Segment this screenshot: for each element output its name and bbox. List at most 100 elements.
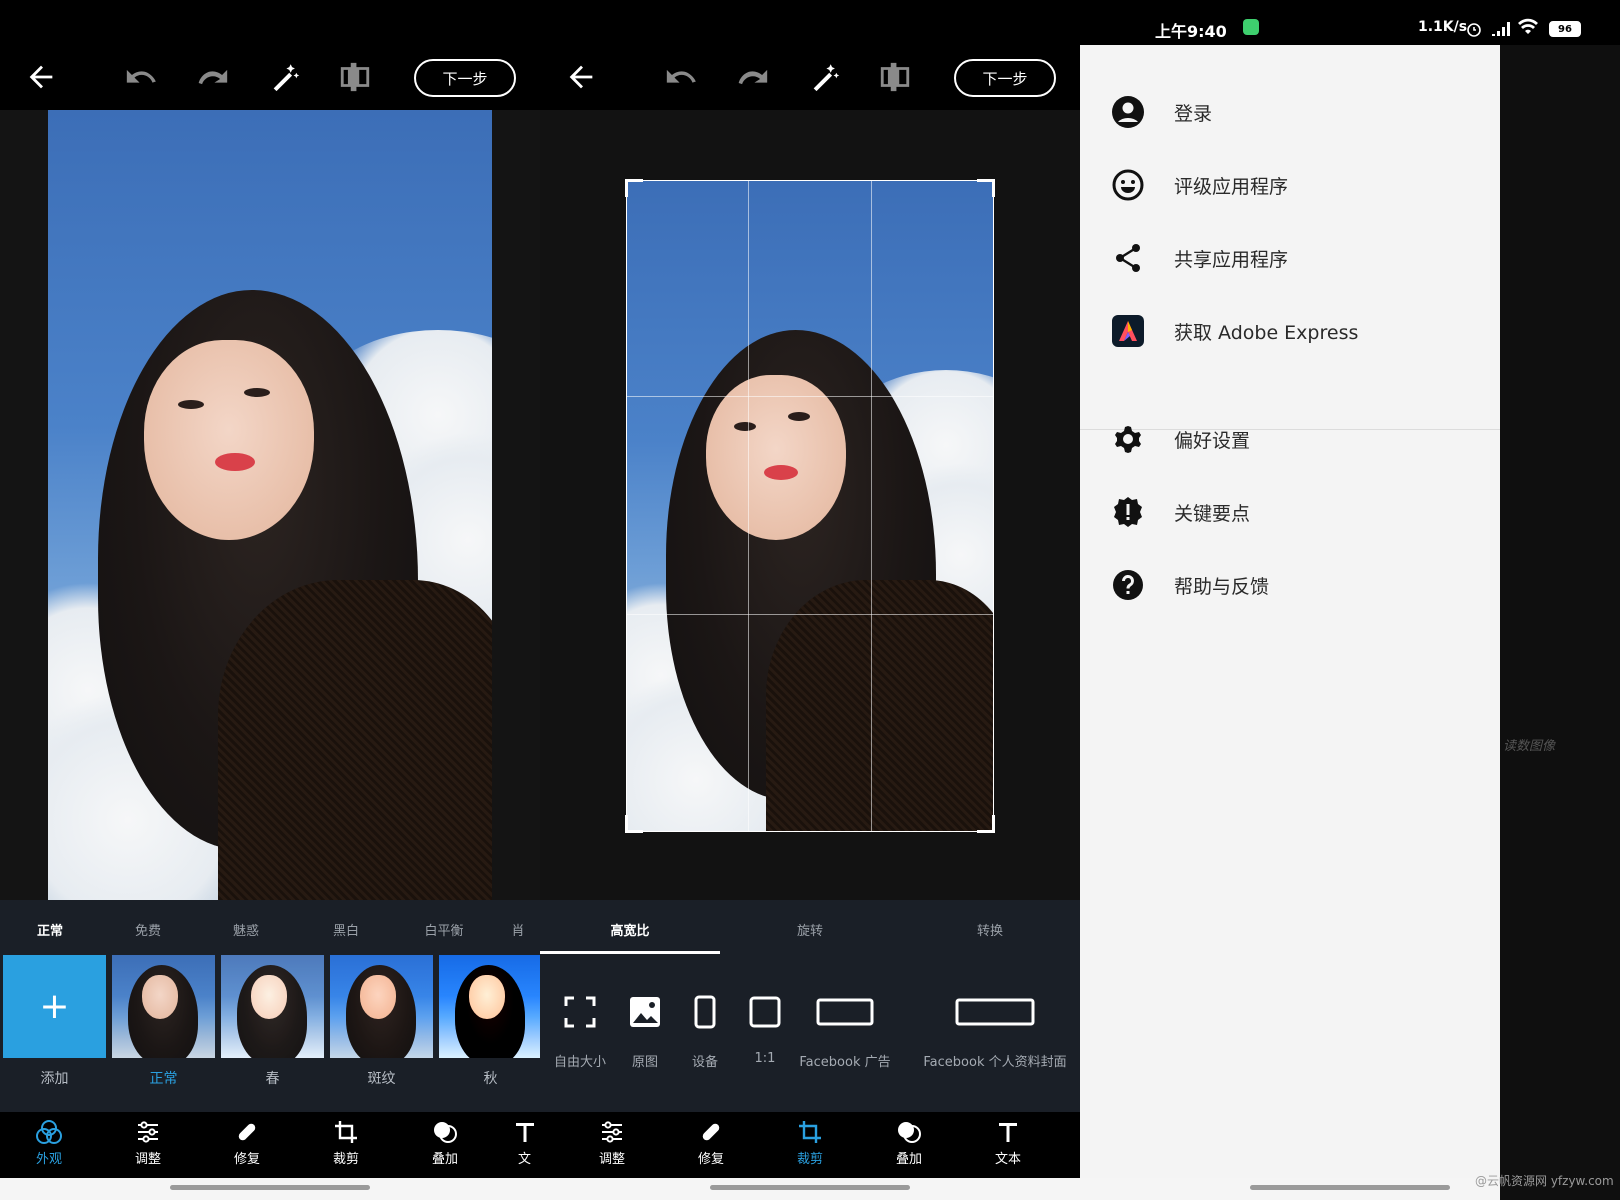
next-button[interactable]: 下一步	[954, 59, 1056, 97]
next-button[interactable]: 下一步	[414, 59, 516, 97]
thumb-label-normal: 正常	[149, 1071, 178, 1087]
filter-thumb-normal[interactable]	[112, 955, 215, 1058]
plus-icon: +	[39, 986, 70, 1027]
filter-thumb-autumn[interactable]	[439, 955, 540, 1058]
thumb-label-spring: 春	[265, 1071, 280, 1087]
bandage-icon	[702, 1123, 720, 1141]
aspect-facebook-ad[interactable]: Facebook 广告	[790, 995, 900, 1070]
side-watermark: 读数图像	[1503, 739, 1556, 754]
menu-item-rate[interactable]: 评级应用程序	[1110, 165, 1490, 205]
text-icon	[999, 1123, 1017, 1142]
compare-icon[interactable]	[878, 60, 912, 94]
tab-underline	[540, 951, 720, 954]
navigation-drawer: 登录 评级应用程序 共享应用程序 获取 Adobe Express 偏好设置 关…	[1080, 45, 1500, 1185]
tool-looks[interactable]: 外观	[14, 1118, 84, 1167]
add-filter-button[interactable]: +	[3, 955, 106, 1058]
editor-panel: 下一步 正常 免费 魅惑 黑白 白平衡 肖 + 添加 正常 春 斑纹 秋 外观 …	[0, 0, 540, 1200]
home-indicator[interactable]	[710, 1185, 910, 1190]
status-bar: 上午9:40 1.1K/s 96	[1080, 0, 1620, 45]
undo-icon[interactable]	[124, 60, 158, 94]
redo-icon[interactable]	[196, 60, 230, 94]
menu-item-adobe-express[interactable]: 获取 Adobe Express	[1110, 311, 1490, 351]
filter-tab-bw[interactable]: 黑白	[306, 920, 386, 939]
overlay-icon	[434, 1122, 457, 1143]
redo-icon[interactable]	[736, 60, 770, 94]
tool-text[interactable]: 文	[509, 1118, 540, 1167]
crop-handle-bl[interactable]	[625, 815, 643, 833]
back-arrow-icon[interactable]	[564, 60, 598, 94]
crop-icon	[799, 1121, 821, 1143]
home-indicator[interactable]	[170, 1185, 370, 1190]
badge-alert-icon	[1110, 494, 1146, 530]
sliders-icon	[138, 1121, 158, 1143]
tool-adjust[interactable]: 调整	[113, 1118, 183, 1167]
back-arrow-icon[interactable]	[24, 60, 58, 94]
compare-icon[interactable]	[338, 60, 372, 94]
aspect-free[interactable]: 自由大小	[540, 995, 620, 1070]
filter-tab-free[interactable]: 免费	[108, 920, 188, 939]
smiley-icon	[1110, 167, 1146, 203]
alarm-icon	[1467, 23, 1481, 37]
menu-item-key-points[interactable]: 关键要点	[1110, 492, 1490, 532]
thumb-label-autumn: 秋	[483, 1071, 498, 1087]
landscape-rect-icon	[816, 998, 874, 1026]
crop-frame[interactable]	[626, 180, 994, 832]
tool-overlay[interactable]: 叠加	[874, 1118, 944, 1167]
filter-tab-white-balance[interactable]: 白平衡	[404, 920, 484, 939]
aspect-facebook-cover[interactable]: Facebook 个人资料封面	[910, 995, 1080, 1070]
account-icon	[1110, 94, 1146, 130]
square-icon	[749, 996, 781, 1028]
sliders-icon	[602, 1121, 622, 1143]
phone-icon	[694, 995, 716, 1029]
looks-icon	[36, 1120, 62, 1144]
help-icon	[1110, 567, 1146, 603]
filter-tab-charm[interactable]: 魅惑	[206, 920, 286, 939]
tool-crop[interactable]: 裁剪	[775, 1118, 845, 1167]
tab-rotate[interactable]: 旋转	[740, 920, 880, 939]
menu-item-login[interactable]: 登录	[1110, 92, 1490, 132]
gear-icon	[1110, 421, 1146, 457]
menu-item-preferences[interactable]: 偏好设置	[1110, 419, 1490, 459]
crop-canvas[interactable]	[540, 110, 1080, 900]
photo-canvas[interactable]	[0, 110, 540, 900]
network-speed: 1.1K/s	[1418, 19, 1468, 35]
tool-overlay[interactable]: 叠加	[410, 1118, 480, 1167]
tool-crop[interactable]: 裁剪	[311, 1118, 381, 1167]
image-icon	[630, 997, 660, 1027]
menu-item-help[interactable]: 帮助与反馈	[1110, 565, 1490, 605]
menu-panel: 上午9:40 1.1K/s 96 登录 评级应用程序 共享应用程序 获取 Ado…	[1080, 0, 1620, 1200]
crop-icon	[335, 1121, 357, 1143]
magic-wand-icon[interactable]	[268, 60, 302, 94]
crop-handle-tl[interactable]	[625, 179, 643, 197]
battery-indicator: 96	[1549, 21, 1581, 37]
wifi-icon	[1518, 18, 1538, 34]
filter-thumb-spring[interactable]	[221, 955, 324, 1058]
filter-tab-normal[interactable]: 正常	[10, 920, 90, 939]
crop-panel: 下一步 高宽比 旋转 转换 自由大小 原图 设备 1:1 Facebook 广告…	[540, 0, 1080, 1200]
tool-heal[interactable]: 修复	[212, 1118, 282, 1167]
text-icon	[515, 1123, 534, 1142]
crop-handle-br[interactable]	[977, 815, 995, 833]
overlay-icon	[898, 1122, 921, 1143]
photo	[48, 110, 492, 900]
tool-text[interactable]: 文本	[973, 1118, 1043, 1167]
corner-watermark: @云帆资源网 yfzyw.com	[1475, 1174, 1614, 1188]
bandage-icon	[238, 1123, 256, 1141]
top-toolbar: 下一步	[540, 0, 1080, 110]
tool-adjust[interactable]: 调整	[577, 1118, 647, 1167]
tab-transform[interactable]: 转换	[920, 920, 1060, 939]
menu-item-share[interactable]: 共享应用程序	[1110, 238, 1490, 278]
wide-rect-icon	[955, 998, 1035, 1026]
thumb-label-stripe: 斑纹	[367, 1071, 396, 1087]
filter-tab-portrait[interactable]: 肖	[498, 920, 538, 939]
filter-thumb-stripe[interactable]	[330, 955, 433, 1058]
home-indicator[interactable]	[1250, 1185, 1450, 1190]
crop-handle-tr[interactable]	[977, 179, 995, 197]
undo-icon[interactable]	[664, 60, 698, 94]
app-notification-icon	[1243, 19, 1259, 35]
tab-aspect-ratio[interactable]: 高宽比	[560, 920, 700, 939]
free-size-icon	[564, 996, 596, 1028]
status-time: 上午9:40	[1155, 22, 1227, 41]
tool-heal[interactable]: 修复	[676, 1118, 746, 1167]
magic-wand-icon[interactable]	[808, 60, 842, 94]
